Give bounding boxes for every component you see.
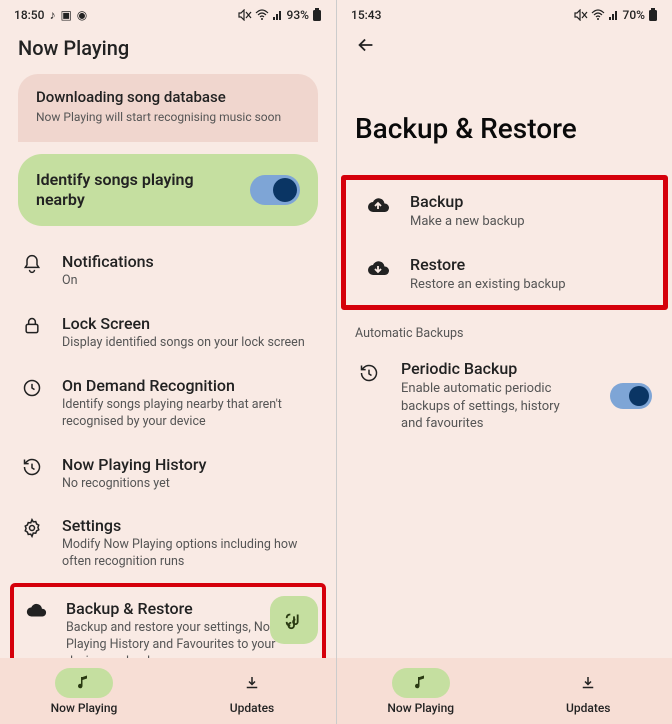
cloud-down-icon <box>366 255 390 279</box>
fab-now-playing[interactable] <box>270 596 318 644</box>
item-sub: Enable automatic periodic backups of set… <box>401 380 582 433</box>
back-button[interactable] <box>337 28 672 62</box>
item-title: Settings <box>62 516 316 535</box>
battery-icon <box>312 8 322 22</box>
item-history[interactable]: Now Playing History No recognitions yet <box>10 443 326 505</box>
nav-label: Updates <box>566 701 610 715</box>
section-label: Automatic Backups <box>337 318 672 347</box>
bottom-nav: Now Playing Updates <box>0 658 336 724</box>
item-restore[interactable]: Restore Restore an existing backup <box>346 243 663 306</box>
download-card: Downloading song database Now Playing wi… <box>18 74 318 142</box>
status-time: 18:50 <box>14 8 44 22</box>
identify-label: Identify songs playing nearby <box>36 170 216 210</box>
item-periodic-backup[interactable]: Periodic Backup Enable automatic periodic… <box>337 347 672 445</box>
bottom-nav: Now Playing Updates <box>337 658 672 724</box>
page-title: Backup & Restore <box>337 62 672 175</box>
screen-backup-restore: 15:43 70% Backup & Restore Backup Make a … <box>336 0 672 724</box>
statusbar: 18:50 ♪ ▣ ◉ 93% <box>0 0 336 28</box>
item-title: On Demand Recognition <box>62 376 316 395</box>
signal-icon <box>608 9 620 21</box>
bell-icon <box>20 252 44 274</box>
nav-updates[interactable]: Updates <box>505 658 672 724</box>
item-title: Lock Screen <box>62 314 316 333</box>
periodic-toggle[interactable] <box>610 383 652 409</box>
download-icon <box>559 668 617 698</box>
nav-label: Now Playing <box>387 701 454 715</box>
image-icon: ▣ <box>60 8 71 22</box>
battery-text: 70% <box>623 8 645 22</box>
history-icon <box>20 455 44 477</box>
item-backup[interactable]: Backup Make a new backup <box>346 180 663 243</box>
nav-now-playing[interactable]: Now Playing <box>0 658 168 724</box>
nav-label: Updates <box>230 701 274 715</box>
item-sub: Display identified songs on your lock sc… <box>62 335 316 352</box>
battery-icon <box>648 8 658 22</box>
page-header: Now Playing <box>0 28 336 70</box>
item-on-demand[interactable]: On Demand Recognition Identify songs play… <box>10 364 326 443</box>
mute-icon <box>574 9 588 21</box>
item-notifications[interactable]: Notifications On <box>10 240 326 302</box>
music-note-icon <box>392 668 450 698</box>
wifi-icon <box>591 9 605 21</box>
item-title: Restore <box>410 255 643 274</box>
gear-icon <box>20 516 44 538</box>
download-sub: Now Playing will start recognising music… <box>36 110 300 124</box>
statusbar: 15:43 70% <box>337 0 672 28</box>
highlight-box: Backup Make a new backup Restore Restore a… <box>341 175 668 310</box>
music-note-icon <box>55 668 113 698</box>
on-demand-icon <box>20 376 44 398</box>
nav-label: Now Playing <box>51 701 118 715</box>
music-icon: ♪ <box>49 8 55 22</box>
item-title: Backup <box>410 192 643 211</box>
item-title: Periodic Backup <box>401 359 582 378</box>
item-lock-screen[interactable]: Lock Screen Display identified songs on y… <box>10 302 326 364</box>
identify-card[interactable]: Identify songs playing nearby <box>18 154 318 226</box>
item-title: Now Playing History <box>62 455 316 474</box>
cloud-icon <box>24 599 48 621</box>
identify-toggle[interactable] <box>250 175 300 205</box>
status-time: 15:43 <box>351 8 381 22</box>
mute-icon <box>238 9 252 21</box>
page-title: Now Playing <box>18 36 318 60</box>
backup-list: Backup Make a new backup Restore Restore a… <box>337 175 672 445</box>
download-icon <box>223 668 281 698</box>
item-sub: Restore an existing backup <box>410 276 630 294</box>
item-settings[interactable]: Settings Modify Now Playing options inclu… <box>10 504 326 583</box>
download-title: Downloading song database <box>36 88 300 106</box>
signal-icon <box>272 9 284 21</box>
lock-icon <box>20 314 44 336</box>
nav-updates[interactable]: Updates <box>168 658 336 724</box>
history-icon <box>357 359 381 383</box>
battery-text: 93% <box>287 8 309 22</box>
wifi-icon <box>255 9 269 21</box>
item-sub: On <box>62 273 316 290</box>
item-sub: No recognitions yet <box>62 476 316 493</box>
item-sub: Identify songs playing nearby that aren'… <box>62 397 316 431</box>
screen-now-playing: 18:50 ♪ ▣ ◉ 93% Now Playing Downloading … <box>0 0 336 724</box>
item-title: Notifications <box>62 252 316 271</box>
nav-now-playing[interactable]: Now Playing <box>337 658 505 724</box>
item-sub: Make a new backup <box>410 213 630 231</box>
content: Downloading song database Now Playing wi… <box>0 70 336 658</box>
item-sub: Modify Now Playing options including how… <box>62 537 316 571</box>
cloud-up-icon <box>366 192 390 216</box>
circle-icon: ◉ <box>77 8 87 22</box>
